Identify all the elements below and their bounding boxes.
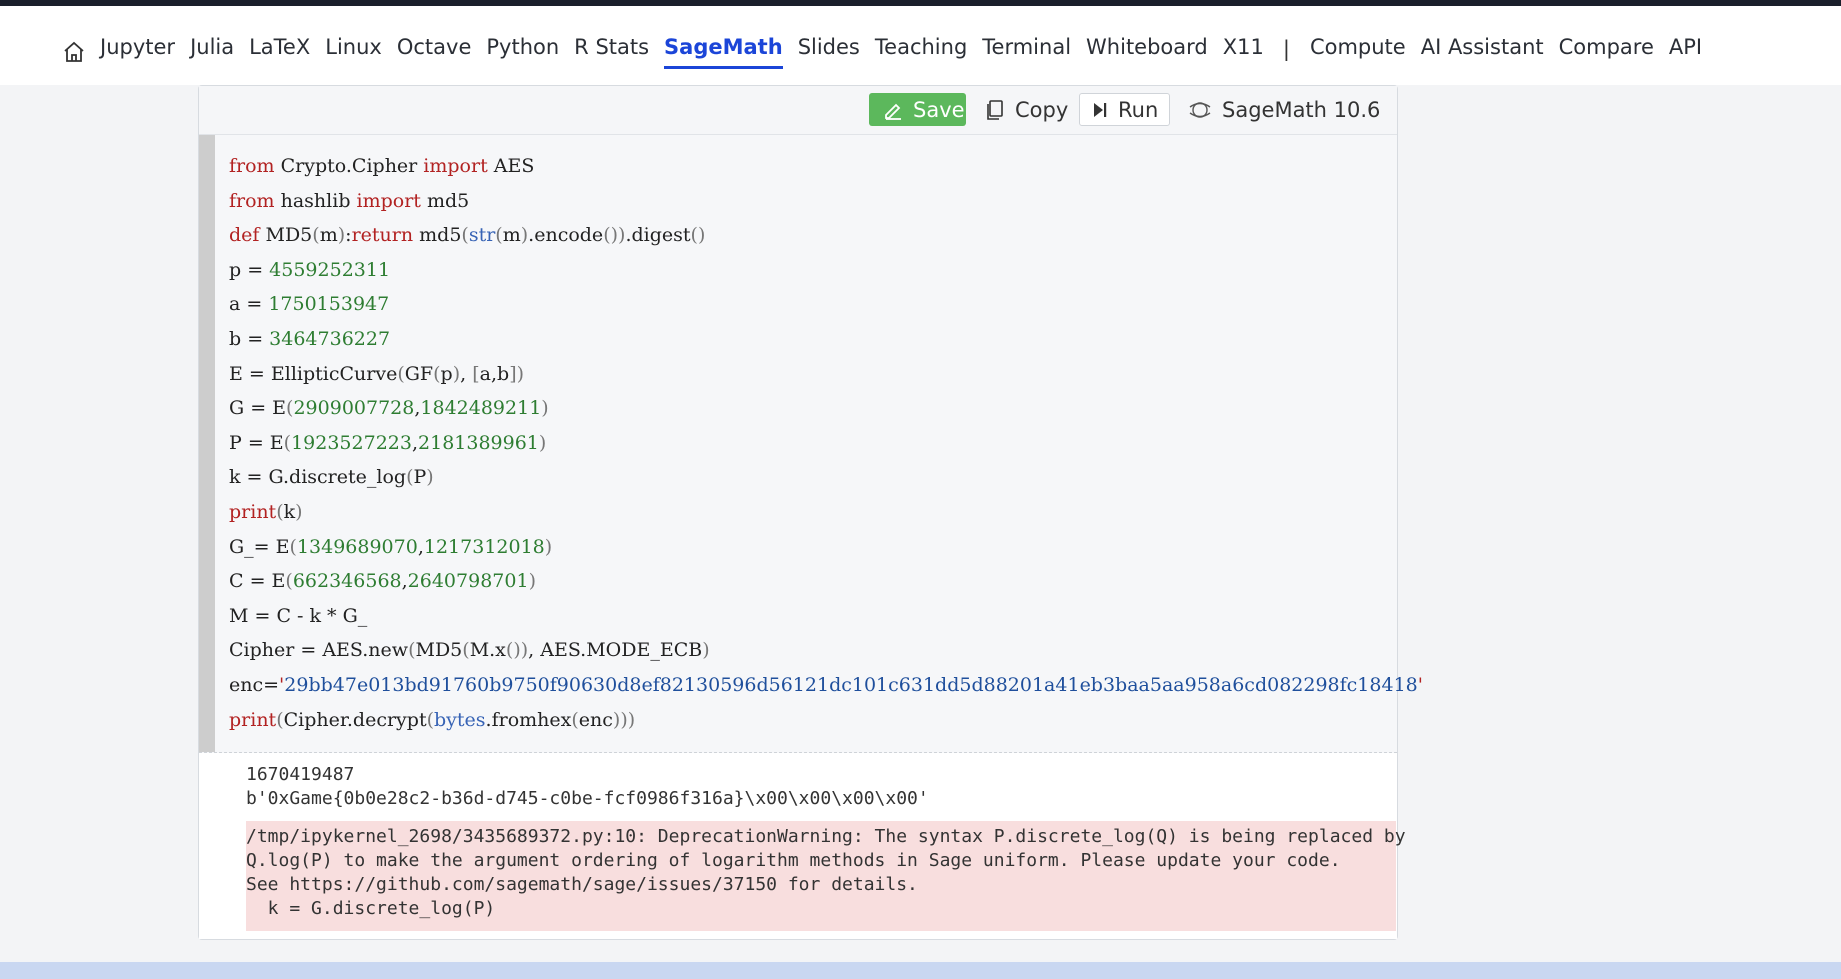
code-line: from Crypto.Cipher import AES	[229, 155, 535, 177]
code-line: p = 4559252311	[229, 258, 391, 281]
step-forward-icon	[1094, 102, 1107, 117]
stderr-line: See https://github.com/sagemath/sage/iss…	[246, 874, 918, 895]
home-icon[interactable]	[62, 40, 86, 64]
copy-icon	[987, 99, 1003, 120]
stderr-line: Q.log(P) to make the argument ordering o…	[246, 850, 1341, 871]
kernel-indicator[interactable]: SageMath 10.6	[1188, 93, 1380, 126]
code-line: print(k)	[229, 500, 303, 523]
code-line: Cipher = AES.new(MD5(M.x()), AES.MODE_EC…	[229, 639, 710, 662]
nav-item-jupyter[interactable]: Jupyter	[100, 34, 175, 69]
nav-item-slides[interactable]: Slides	[798, 34, 860, 69]
pencil-icon	[885, 103, 901, 120]
nav-item-whiteboard[interactable]: Whiteboard	[1086, 34, 1208, 69]
top-nav: Jupyter Julia LaTeX Linux Octave Python …	[0, 6, 1841, 85]
cell-toolbar: Save Copy Run SageMath 10.6	[199, 86, 1397, 135]
run-button[interactable]: Run	[1079, 93, 1170, 126]
cell-gutter	[199, 135, 215, 752]
save-label: Save	[913, 97, 965, 122]
code-editor[interactable]: from Crypto.Cipher import AES from hashli…	[199, 135, 1423, 753]
stdout-line: b'0xGame{0b0e28c2-b36d-d745-c0be-fcf0986…	[246, 788, 929, 809]
code-line: b = 3464736227	[229, 327, 391, 350]
nav-item-api[interactable]: API	[1669, 34, 1702, 69]
nav-item-latex[interactable]: LaTeX	[249, 34, 310, 69]
copy-button[interactable]: Copy	[979, 93, 1074, 126]
kernel-logo-icon	[1189, 101, 1211, 118]
nav-item-r-stats[interactable]: R Stats	[574, 34, 649, 69]
stderr-warning: /tmp/ipykernel_2698/3435689372.py:10: De…	[246, 821, 1406, 931]
code-line: C = E(662346568,2640798701)	[229, 570, 536, 593]
code-line: M = C - k * G_	[229, 604, 368, 627]
code-line: print(Cipher.decrypt(bytes.fromhex(enc))…	[229, 708, 636, 731]
nav-item-compute[interactable]: Compute	[1310, 34, 1406, 69]
run-label: Run	[1118, 97, 1159, 122]
code-line: G = E(2909007728,1842489211)	[229, 397, 549, 420]
copy-label: Copy	[1015, 97, 1069, 122]
nav-item-sagemath[interactable]: SageMath	[664, 34, 783, 69]
stderr-line: k = G.discrete_log(P)	[246, 898, 496, 919]
nav-separator: |	[1282, 36, 1290, 61]
stdout-line: 1670419487	[246, 764, 355, 785]
code-line: a = 1750153947	[229, 293, 390, 316]
code-cell-card: Save Copy Run SageMath 10.6 from Crypto.…	[198, 85, 1423, 940]
code-line: k = G.discrete_log(P)	[229, 466, 434, 489]
code-line: enc='29bb47e013bd91760b9750f90630d8ef821…	[229, 673, 1423, 696]
code-lines: from Crypto.Cipher import AES from hashli…	[229, 149, 1423, 737]
nav-item-linux[interactable]: Linux	[325, 34, 382, 69]
kernel-label: SageMath 10.6	[1222, 97, 1381, 122]
nav-item-python[interactable]: Python	[486, 34, 559, 69]
nav-item-teaching[interactable]: Teaching	[875, 34, 967, 69]
nav-item-compare[interactable]: Compare	[1559, 34, 1654, 69]
footer-band	[0, 962, 1841, 979]
nav-item-octave[interactable]: Octave	[397, 34, 472, 69]
nav-item-x11[interactable]: X11	[1223, 34, 1264, 69]
code-line: E = EllipticCurve(GF(p), [a,b])	[229, 362, 525, 385]
cell-output: 1670419487 b'0xGame{0b0e28c2-b36d-d745-c0…	[199, 753, 1406, 939]
save-button[interactable]: Save	[869, 93, 966, 126]
code-line: def MD5(m):return md5(str(m).encode()).d…	[229, 224, 706, 247]
nav-links: Jupyter Julia LaTeX Linux Octave Python …	[62, 34, 1717, 69]
nav-item-julia[interactable]: Julia	[190, 34, 234, 69]
stderr-line: /tmp/ipykernel_2698/3435689372.py:10: De…	[246, 826, 1406, 847]
nav-item-ai-assistant[interactable]: AI Assistant	[1421, 34, 1544, 69]
code-line: from hashlib import md5	[229, 189, 470, 212]
code-line: P = E(1923527223,2181389961)	[229, 431, 547, 454]
nav-item-terminal[interactable]: Terminal	[982, 34, 1071, 69]
stdout-text: 1670419487 b'0xGame{0b0e28c2-b36d-d745-c0…	[246, 763, 929, 811]
code-line: G_= E(1349689070,1217312018)	[229, 535, 553, 558]
